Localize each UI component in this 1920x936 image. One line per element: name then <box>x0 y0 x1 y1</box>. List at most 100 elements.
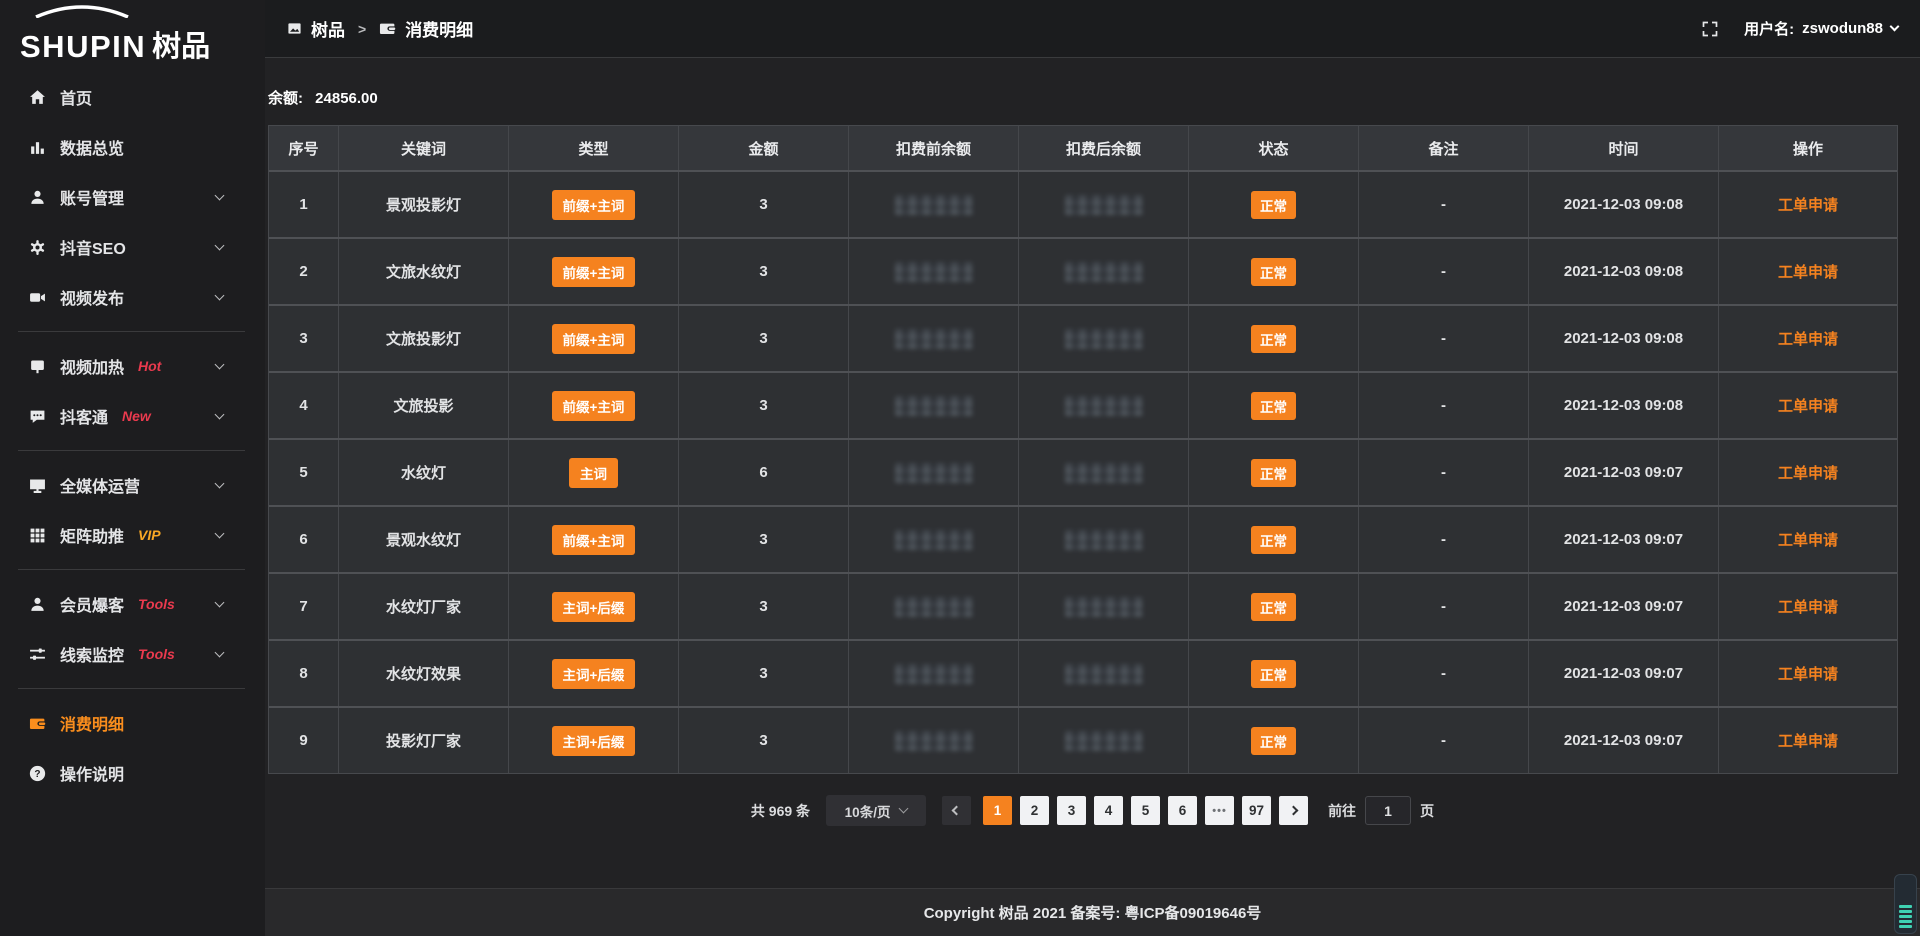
cell-balance-before <box>849 373 1019 438</box>
masked-value <box>1065 731 1143 751</box>
status-badge: 正常 <box>1251 526 1296 554</box>
goto-page-input[interactable] <box>1365 796 1411 825</box>
cell-no: 9 <box>269 708 339 773</box>
sidebar-item-账号管理[interactable]: 账号管理 <box>0 172 265 222</box>
sidebar-item-label: 抖客通 <box>60 404 108 428</box>
sidebar-item-label: 消费明细 <box>60 711 124 735</box>
user-menu[interactable]: 用户名: zswodun88 <box>1744 18 1898 39</box>
cell-amount: 3 <box>679 708 849 773</box>
sidebar-item-label: 视频发布 <box>60 285 124 309</box>
cell-balance-after <box>1019 373 1189 438</box>
page-button-3[interactable]: 3 <box>1057 796 1086 825</box>
cell-type: 前缀+主词 <box>509 172 679 237</box>
page-button-4[interactable]: 4 <box>1094 796 1123 825</box>
cell-status: 正常 <box>1189 507 1359 572</box>
chevron-down-icon <box>215 647 225 657</box>
sidebar-item-全媒体运营[interactable]: 全媒体运营 <box>0 460 265 510</box>
prev-page-button[interactable] <box>942 796 971 825</box>
chevron-down-icon <box>899 804 909 814</box>
cell-balance-after <box>1019 574 1189 639</box>
column-header: 关键词 <box>339 126 509 170</box>
page-button-5[interactable]: 5 <box>1131 796 1160 825</box>
cell-remark: - <box>1359 440 1529 505</box>
cell-keyword: 文旅投影灯 <box>339 306 509 371</box>
column-header: 扣费前余额 <box>849 126 1019 170</box>
sidebar-item-数据总览[interactable]: 数据总览 <box>0 122 265 172</box>
logo-text-en: SHUPIN <box>20 31 146 62</box>
work-order-link[interactable]: 工单申请 <box>1778 194 1838 215</box>
column-header: 扣费后余额 <box>1019 126 1189 170</box>
sidebar-item-线索监控[interactable]: 线索监控Tools <box>0 629 265 679</box>
cell-balance-after <box>1019 172 1189 237</box>
column-header: 时间 <box>1529 126 1719 170</box>
type-badge: 前缀+主词 <box>552 324 636 354</box>
next-page-button[interactable] <box>1279 796 1308 825</box>
page-button-1[interactable]: 1 <box>983 796 1012 825</box>
masked-value <box>1065 396 1143 416</box>
cell-remark: - <box>1359 574 1529 639</box>
cell-status: 正常 <box>1189 641 1359 706</box>
consumption-table: 序号关键词类型金额扣费前余额扣费后余额状态备注时间操作 1景观投影灯前缀+主词3… <box>268 125 1898 774</box>
cell-time: 2021-12-03 09:07 <box>1529 708 1719 773</box>
work-order-link[interactable]: 工单申请 <box>1778 730 1838 751</box>
page-button-97[interactable]: 97 <box>1242 796 1271 825</box>
username-value: zswodun88 <box>1802 20 1883 37</box>
cell-time: 2021-12-03 09:08 <box>1529 239 1719 304</box>
sidebar-divider <box>18 569 245 570</box>
type-badge: 前缀+主词 <box>552 525 636 555</box>
cell-type: 前缀+主词 <box>509 373 679 438</box>
sidebar-item-视频发布[interactable]: 视频发布 <box>0 272 265 322</box>
table-row: 4文旅投影前缀+主词3正常-2021-12-03 09:08工单申请 <box>269 371 1897 438</box>
corner-widget[interactable] <box>1894 874 1917 934</box>
goto-label: 前往 <box>1328 801 1356 821</box>
cell-remark: - <box>1359 708 1529 773</box>
chevron-down-icon <box>215 597 225 607</box>
work-order-link[interactable]: 工单申请 <box>1778 395 1838 416</box>
sidebar-item-首页[interactable]: 首页 <box>0 72 265 122</box>
sidebar-item-操作说明[interactable]: ?操作说明 <box>0 748 265 798</box>
work-order-link[interactable]: 工单申请 <box>1778 261 1838 282</box>
cell-remark: - <box>1359 507 1529 572</box>
chevron-right-icon <box>1289 806 1299 816</box>
fullscreen-icon[interactable] <box>1702 21 1718 37</box>
sidebar-item-消费明细[interactable]: 消费明细 <box>0 698 265 748</box>
work-order-link[interactable]: 工单申请 <box>1778 663 1838 684</box>
sidebar-item-抖客通[interactable]: 抖客通New <box>0 391 265 441</box>
cell-balance-before <box>849 641 1019 706</box>
video-icon <box>27 289 47 306</box>
type-badge: 主词+后缀 <box>552 659 636 689</box>
cell-type: 前缀+主词 <box>509 239 679 304</box>
masked-value <box>1065 463 1143 483</box>
cell-no: 2 <box>269 239 339 304</box>
page-button-2[interactable]: 2 <box>1020 796 1049 825</box>
goto-page: 前往 页 <box>1328 796 1434 825</box>
sidebar-divider <box>18 688 245 689</box>
sidebar-item-抖音SEO[interactable]: 抖音SEO <box>0 222 265 272</box>
status-badge: 正常 <box>1251 660 1296 688</box>
table-row: 2文旅水纹灯前缀+主词3正常-2021-12-03 09:08工单申请 <box>269 237 1897 304</box>
cell-balance-before <box>849 708 1019 773</box>
cell-action: 工单申请 <box>1719 440 1897 505</box>
breadcrumb-root[interactable]: 树品 <box>311 16 345 41</box>
page-ellipsis-button[interactable]: ••• <box>1205 796 1234 825</box>
sidebar-item-矩阵助推[interactable]: 矩阵助推VIP <box>0 510 265 560</box>
work-order-link[interactable]: 工单申请 <box>1778 596 1838 617</box>
username-label: 用户名: <box>1744 18 1794 39</box>
work-order-link[interactable]: 工单申请 <box>1778 328 1838 349</box>
svg-text:?: ? <box>34 769 40 780</box>
cell-balance-after <box>1019 641 1189 706</box>
copyright-text: Copyright 树品 2021 备案号: 粤ICP备09019646号 <box>924 902 1262 923</box>
sidebar-item-tag: Tools <box>138 596 175 612</box>
cell-status: 正常 <box>1189 440 1359 505</box>
chevron-down-icon <box>1890 22 1900 32</box>
cell-amount: 3 <box>679 172 849 237</box>
work-order-link[interactable]: 工单申请 <box>1778 529 1838 550</box>
chat-icon <box>27 408 47 425</box>
page-size-select[interactable]: 10条/页 <box>826 795 926 826</box>
work-order-link[interactable]: 工单申请 <box>1778 462 1838 483</box>
cell-amount: 3 <box>679 507 849 572</box>
page-button-6[interactable]: 6 <box>1168 796 1197 825</box>
sidebar-item-视频加热[interactable]: 视频加热Hot <box>0 341 265 391</box>
sidebar-item-会员爆客[interactable]: 会员爆客Tools <box>0 579 265 629</box>
footer: Copyright 树品 2021 备案号: 粤ICP备09019646号 <box>265 888 1920 936</box>
